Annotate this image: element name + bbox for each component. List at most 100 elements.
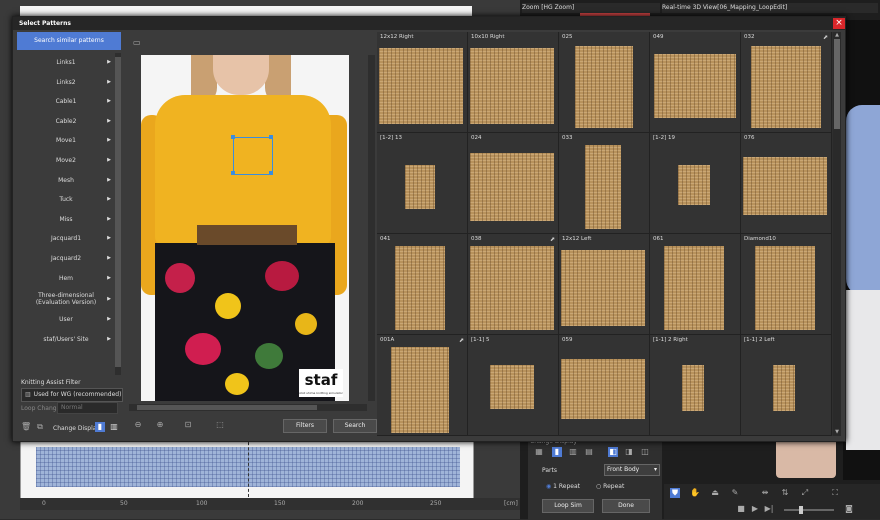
loop-sim-button[interactable]: Loop Sim (542, 499, 594, 513)
category-item[interactable]: Tuck ▶ (17, 190, 115, 210)
category-item[interactable]: Jacquard1 ▶ (17, 229, 115, 249)
pattern-cell[interactable]: [1-1] 5 (468, 335, 559, 436)
pattern-cell[interactable]: 049 (650, 32, 741, 133)
rotate-icon[interactable]: ⇹ (760, 488, 770, 498)
timeline-slider[interactable] (784, 509, 834, 511)
selection-handle[interactable] (269, 171, 273, 175)
pattern-cell[interactable]: [1-2] 13 (377, 133, 468, 234)
pattern-cell[interactable]: 001A ⬈ (377, 335, 468, 436)
parts-label: Parts (542, 467, 557, 474)
body-icon[interactable]: ⛊ (670, 488, 680, 498)
pattern-cell[interactable]: 038 ⬈ (468, 234, 559, 335)
selection-handle[interactable] (231, 171, 235, 175)
category-item[interactable]: Move1 ▶ (17, 131, 115, 151)
selection-handle[interactable] (231, 135, 235, 139)
arrow-right-icon: ▶ (107, 215, 111, 222)
pattern-cell[interactable]: [1-1] 2 Right (650, 335, 741, 436)
category-item[interactable]: User ▶ (17, 310, 115, 330)
weight-icon[interactable]: ⏏ (710, 488, 720, 498)
photo-vertical-scrollbar[interactable] (368, 55, 375, 401)
pattern-cell[interactable]: 024 (468, 133, 559, 234)
knitting-assist-filter-select[interactable]: ▥ Used for WG (recommended) (21, 388, 123, 402)
pattern-cell[interactable]: 061 (650, 234, 741, 335)
pattern-thumbnail (470, 48, 554, 124)
parts-select[interactable]: Front Body ▾ (604, 464, 660, 476)
category-item[interactable]: Jacquard2 ▶ (17, 249, 115, 269)
view-back-icon[interactable]: ◨ (624, 447, 634, 457)
snapshot-icon[interactable]: ◙ (844, 504, 854, 514)
category-item[interactable]: Move2 ▶ (17, 151, 115, 171)
selection-rectangle[interactable] (233, 137, 273, 175)
avatar-legs (776, 438, 836, 478)
pattern-cell[interactable]: 032 ⬈ (741, 32, 832, 133)
pattern-cell[interactable]: 12x12 Left (559, 234, 650, 335)
reference-photo[interactable]: staf stoll shima knitting simulator (141, 55, 349, 401)
repeat-1-radio[interactable]: ◉ 1 Repeat (546, 483, 580, 490)
pattern-cell[interactable]: 076 (741, 133, 832, 234)
category-item[interactable]: Three-dimensional (Evaluation Version) ▶ (17, 288, 115, 310)
category-item[interactable]: staf/Users' Site ▶ (17, 330, 115, 350)
display-grid-icon[interactable]: ▦ (534, 447, 544, 457)
display-grid-icon[interactable]: ▥ (109, 422, 119, 432)
display-single-icon[interactable]: ▮ (552, 447, 562, 457)
timeline-slider-handle[interactable] (799, 506, 803, 514)
category-item[interactable]: Links1 ▶ (17, 53, 115, 73)
copy-icon[interactable]: ⧉ (35, 422, 45, 432)
arrow-right-icon: ▶ (107, 335, 111, 342)
pattern-cell[interactable]: 033 (559, 133, 650, 234)
selection-tool-icon[interactable]: ⬚ (215, 420, 225, 430)
category-item[interactable]: Hem ▶ (17, 269, 115, 289)
display-multi-icon[interactable]: ▤ (584, 447, 594, 457)
search-button[interactable]: Search (333, 419, 377, 433)
photo-horizontal-scrollbar-thumb[interactable] (137, 405, 317, 410)
hand-icon[interactable]: ✋ (690, 488, 700, 498)
close-button[interactable]: × (833, 18, 845, 29)
category-item[interactable]: Miss ▶ (17, 210, 115, 230)
display-split-icon[interactable]: ▥ (568, 447, 578, 457)
pattern-cell[interactable]: 12x12 Right (377, 32, 468, 133)
pattern-cell[interactable]: [1-1] 2 Left (741, 335, 832, 436)
pattern-cell[interactable]: Diamond10 (741, 234, 832, 335)
zoom-icon[interactable]: ⤢ (800, 488, 810, 498)
external-link-icon[interactable]: ⬈ (823, 34, 828, 41)
scroll-up-icon[interactable]: ▲ (834, 32, 840, 38)
category-item[interactable]: Cable1 ▶ (17, 92, 115, 112)
pattern-cell[interactable]: 041 (377, 234, 468, 335)
camera-icon[interactable]: ⛶ (830, 488, 840, 498)
trash-icon[interactable]: 🗑 (21, 422, 31, 432)
external-link-icon[interactable]: ⬈ (550, 236, 555, 243)
category-item[interactable]: Cable2 ▶ (17, 112, 115, 132)
filters-button[interactable]: Filters (283, 419, 327, 433)
done-button[interactable]: Done (602, 499, 650, 513)
display-list-icon[interactable]: ▮ (95, 422, 105, 432)
pattern-cell[interactable]: 059 (559, 335, 650, 436)
zoom-in-icon[interactable]: ⊕ (155, 420, 165, 430)
loop-change-select[interactable]: Normal (57, 402, 118, 414)
move-icon[interactable]: ⇅ (780, 488, 790, 498)
pattern-cell[interactable]: 10x10 Right (468, 32, 559, 133)
scroll-down-icon[interactable]: ▼ (834, 429, 840, 435)
photo-flower (165, 263, 195, 293)
stop-icon[interactable]: ■ (736, 504, 746, 514)
pen-icon[interactable]: ✎ (730, 488, 740, 498)
next-frame-icon[interactable]: ▶| (764, 504, 774, 514)
category-item[interactable]: Links2 ▶ (17, 73, 115, 93)
view-front-icon[interactable]: ◧ (608, 447, 618, 457)
zoom-out-icon[interactable]: ⊖ (133, 420, 143, 430)
pattern-cell[interactable]: [1-2] 19 (650, 133, 741, 234)
pattern-grid-scrollbar-thumb[interactable] (834, 39, 840, 129)
ruler-tick: 50 (120, 500, 128, 507)
repeat-radio[interactable]: ○ Repeat (596, 483, 624, 490)
selection-handle[interactable] (269, 135, 273, 139)
external-link-icon[interactable]: ⬈ (459, 337, 464, 344)
category-item[interactable]: Mesh ▶ (17, 171, 115, 191)
view-both-icon[interactable]: ◫ (640, 447, 650, 457)
pattern-thumbnail (755, 246, 815, 330)
category-scrollbar-thumb[interactable] (115, 57, 121, 367)
play-icon[interactable]: ▶ (750, 504, 760, 514)
search-similar-patterns-button[interactable]: Search similar patterns (17, 32, 121, 50)
pattern-cell[interactable]: 025 (559, 32, 650, 133)
dialog-title-bar[interactable]: Select Patterns (13, 17, 845, 30)
folder-icon[interactable]: ▭ (133, 38, 141, 47)
fit-icon[interactable]: ⊡ (183, 420, 193, 430)
